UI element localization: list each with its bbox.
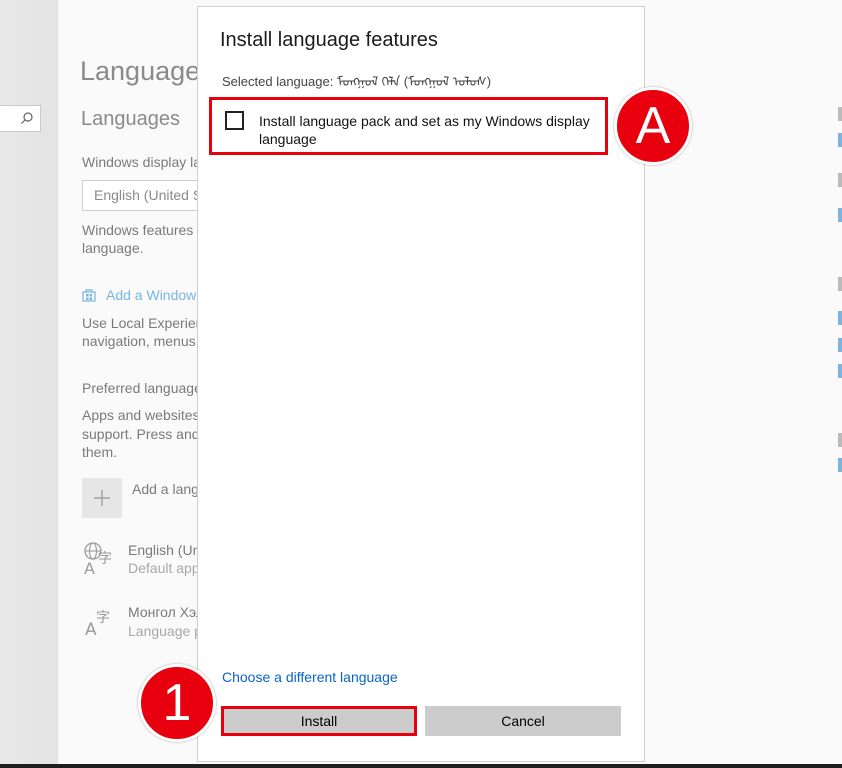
language-pack-option-highlight: Install language pack and set as my Wind… xyxy=(209,97,608,155)
language-globe-icon: A 字 xyxy=(83,541,119,580)
language-icon: A 字 xyxy=(84,604,118,641)
add-language-button[interactable] xyxy=(82,478,122,518)
plus-icon xyxy=(94,490,110,506)
right-edge-fragment xyxy=(838,208,842,222)
language-2-name: Монгол Хэл xyxy=(128,604,197,620)
features-text-line-1: Windows features l xyxy=(82,222,197,238)
selected-language-text: Selected language: ᠮᠣᠩᠭᠣᠯ ᠬᠡᠯᠡ (ᠮᠣᠩᠭᠣᠯ ᠤ… xyxy=(222,74,492,89)
taskbar-edge xyxy=(0,764,842,768)
right-edge-fragment xyxy=(838,173,842,187)
store-icon xyxy=(82,288,96,307)
right-edge-fragment xyxy=(838,433,842,447)
language-1-sub: Default app xyxy=(128,560,197,576)
svg-text:字: 字 xyxy=(98,551,112,567)
language-1-name: English (Un xyxy=(128,542,197,558)
choose-different-language-link[interactable]: Choose a different language xyxy=(222,669,398,685)
settings-search-box[interactable] xyxy=(0,105,41,132)
local-experience-line-1: Use Local Experien xyxy=(82,315,197,331)
language-2-sub: Language p xyxy=(128,623,197,639)
search-icon xyxy=(21,112,33,124)
right-edge-fragment xyxy=(838,338,842,352)
right-edge-fragment xyxy=(838,458,842,472)
callout-1: 1 xyxy=(138,664,216,742)
install-button[interactable]: Install xyxy=(221,706,417,736)
apps-text-line-1: Apps and websites xyxy=(82,407,197,423)
add-windows-link[interactable]: Add a Window xyxy=(106,287,197,303)
svg-text:A: A xyxy=(84,559,95,577)
install-language-features-dialog: Install language features Selected langu… xyxy=(197,6,645,762)
right-edge-fragment xyxy=(838,133,842,147)
install-language-pack-label[interactable]: Install language pack and set as my Wind… xyxy=(259,112,599,148)
local-experience-line-2: navigation, menus, xyxy=(82,333,197,349)
right-edge-fragment xyxy=(838,364,842,378)
svg-text:字: 字 xyxy=(96,610,110,626)
right-edge-fragment xyxy=(838,277,842,291)
apps-text-line-3: them. xyxy=(82,444,118,460)
display-language-label: Windows display la xyxy=(82,154,197,170)
display-language-select[interactable]: English (United S xyxy=(82,180,212,211)
apps-text-line-2: support. Press and xyxy=(82,426,197,442)
section-heading-languages: Languages xyxy=(81,108,180,130)
install-language-pack-checkbox[interactable] xyxy=(225,111,244,130)
add-language-label: Add a lang xyxy=(132,481,197,497)
callout-a: A xyxy=(614,87,692,165)
cancel-button[interactable]: Cancel xyxy=(425,706,621,736)
dialog-title: Install language features xyxy=(220,29,438,51)
preferred-languages-label: Preferred language xyxy=(82,380,197,396)
right-edge-fragment xyxy=(838,107,842,121)
right-edge-fragment xyxy=(838,311,842,325)
features-text-line-2: language. xyxy=(82,240,144,256)
page-title: Language xyxy=(80,56,201,86)
